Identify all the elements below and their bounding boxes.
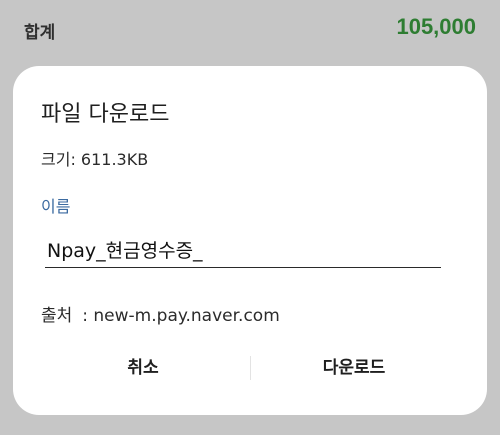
- filename-input[interactable]: Npay_현금영수증_: [45, 226, 441, 268]
- download-button[interactable]: 다운로드: [263, 346, 445, 390]
- filename-value: Npay_현금영수증_: [47, 240, 203, 262]
- dialog-title: 파일 다운로드: [41, 102, 170, 127]
- button-divider: [250, 356, 251, 380]
- source-row: 출처 : new-m.pay.naver.com: [41, 301, 280, 326]
- source-label: 출처: [41, 306, 73, 326]
- order-summary-row: 합계 105,000: [0, 0, 500, 62]
- source-value: : new-m.pay.naver.com: [82, 306, 280, 326]
- background-page: 합계 105,000 파일 다운로드 크기: 611.3KB 이름 Npay_현…: [0, 0, 500, 435]
- cancel-button[interactable]: 취소: [53, 346, 233, 390]
- total-amount: 105,000: [396, 14, 476, 39]
- filename-label: 이름: [41, 197, 71, 216]
- file-download-dialog: 파일 다운로드 크기: 611.3KB 이름 Npay_현금영수증_ 출처 : n…: [13, 66, 487, 415]
- redaction-mask: [223, 230, 441, 264]
- total-label: 합계: [24, 23, 56, 43]
- file-size-text: 크기: 611.3KB: [41, 150, 149, 169]
